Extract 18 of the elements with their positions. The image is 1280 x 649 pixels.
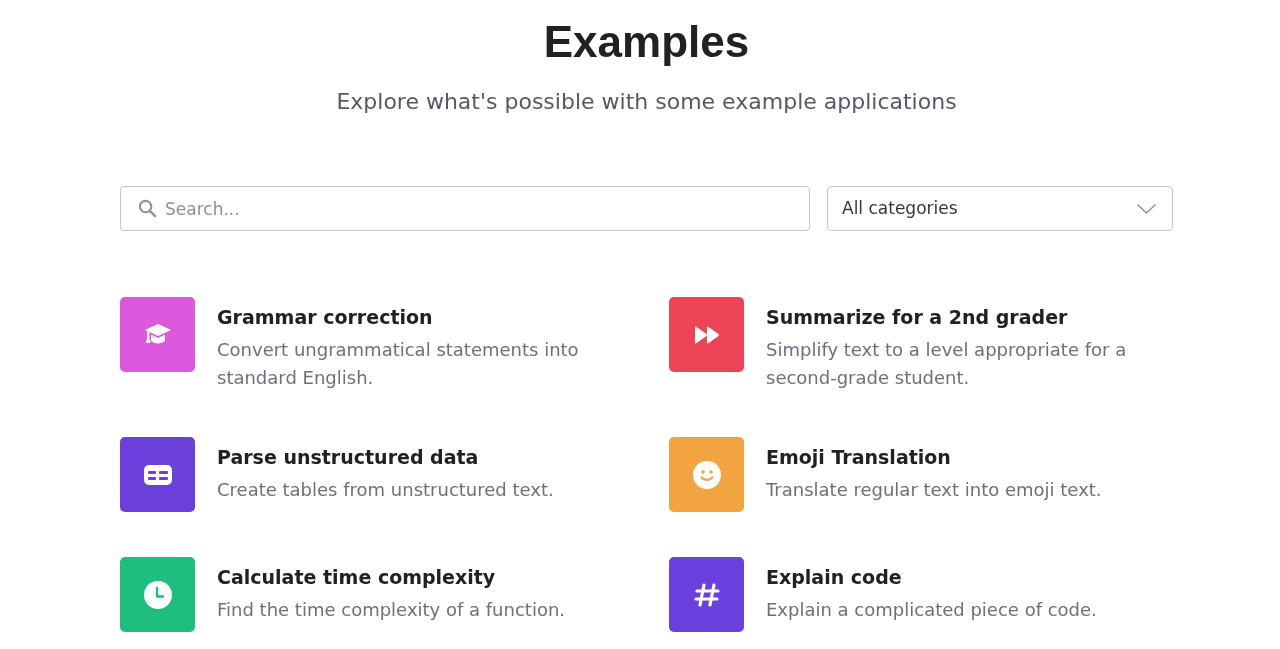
category-dropdown[interactable]: All categories — [827, 186, 1173, 231]
example-description: Find the time complexity of a function. — [217, 598, 567, 622]
example-description: Convert ungrammatical statements into standard English. — [217, 338, 580, 390]
example-title[interactable]: Explain code — [766, 563, 902, 591]
search-field[interactable]: Search... — [120, 186, 810, 231]
example-description: Translate regular text into emoji text. — [766, 478, 1103, 502]
example-description: Create tables from unstructured text. — [217, 478, 555, 502]
example-title[interactable]: Parse unstructured data — [217, 443, 479, 471]
example-description: Simplify text to a level appropriate for a second-grade student. — [766, 338, 1128, 390]
page-title: Examples — [543, 16, 750, 68]
example-title[interactable]: Emoji Translation — [766, 443, 951, 471]
page-subtitle: Explore what's possible with some example applications — [336, 88, 957, 116]
example-description: Explain a complicated piece of code. — [766, 598, 1098, 622]
search-icon — [138, 199, 157, 218]
example-title[interactable]: Summarize for a 2nd grader — [766, 303, 1068, 331]
example-title[interactable]: Grammar correction — [217, 303, 433, 331]
example-title[interactable]: Calculate time complexity — [217, 563, 496, 591]
chevron-down-icon — [1137, 203, 1156, 214]
